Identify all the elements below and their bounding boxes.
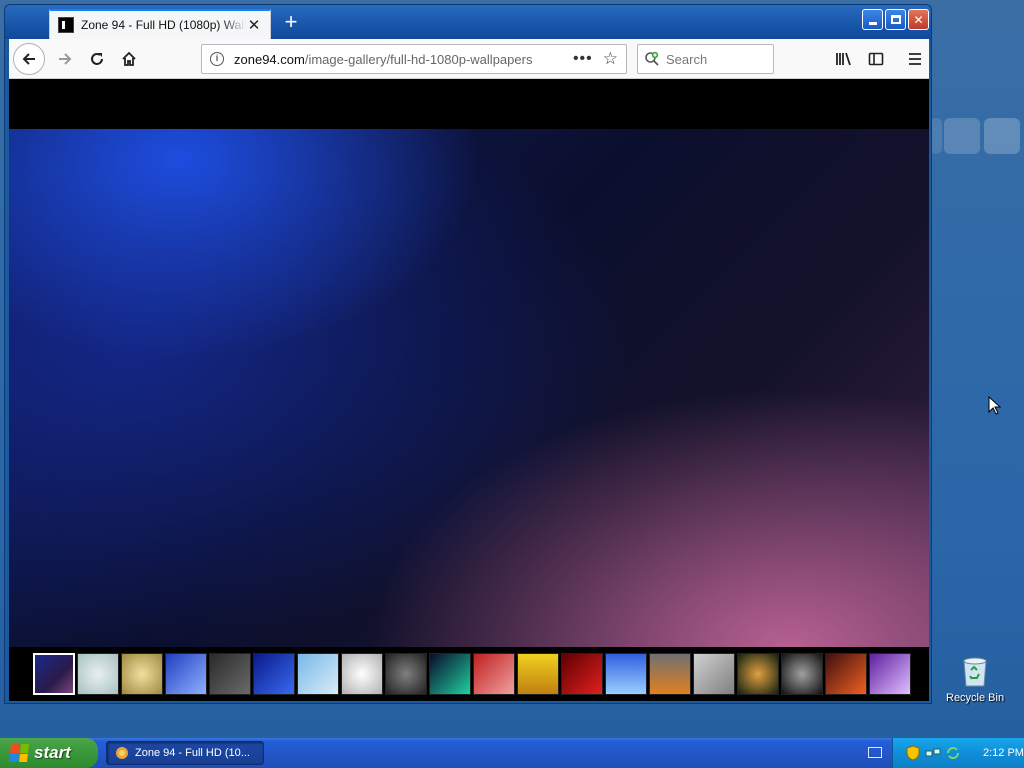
wallpaper-thumbnail[interactable] xyxy=(605,653,647,695)
recycle-bin-icon xyxy=(961,656,989,688)
sidebar-toggle-button[interactable] xyxy=(864,47,888,71)
browser-tab[interactable]: Zone 94 - Full HD (1080p) Wallpapers ✕ xyxy=(49,9,271,39)
wallpaper-thumbnail[interactable] xyxy=(297,653,339,695)
windows-logo-icon xyxy=(9,744,29,762)
tab-title: Zone 94 - Full HD (1080p) Wallpapers xyxy=(81,18,246,32)
new-tab-button[interactable]: + xyxy=(279,11,303,35)
wallpaper-thumbnail[interactable] xyxy=(385,653,427,695)
search-input[interactable]: Search xyxy=(637,44,774,74)
arrow-right-icon xyxy=(59,53,72,65)
wallpaper-thumbnail[interactable] xyxy=(165,653,207,695)
reload-button[interactable] xyxy=(83,45,111,73)
wallpaper-thumbnail[interactable] xyxy=(121,653,163,695)
minimize-button[interactable] xyxy=(862,9,883,30)
taskbar-item-browser[interactable]: Zone 94 - Full HD (10... xyxy=(106,741,264,765)
keyboard-icon[interactable] xyxy=(868,747,882,758)
minimize-icon xyxy=(868,22,877,25)
wallpaper-thumbnail[interactable] xyxy=(429,653,471,695)
wallpaper-thumbnail[interactable] xyxy=(649,653,691,695)
window-controls: ✕ xyxy=(862,9,929,30)
mouse-cursor-icon xyxy=(988,396,1002,415)
wallpaper-thumbnail[interactable] xyxy=(693,653,735,695)
hamburger-menu-icon xyxy=(909,53,921,65)
wallpaper-thumbnail[interactable] xyxy=(253,653,295,695)
browser-window: Zone 94 - Full HD (1080p) Wallpapers ✕ +… xyxy=(4,4,932,704)
desktop-decoration xyxy=(984,118,1020,154)
taskbar: start Zone 94 - Full HD (10... 2:12 PM xyxy=(0,738,1024,768)
wallpaper-thumbnail[interactable] xyxy=(517,653,559,695)
maximize-icon xyxy=(890,15,901,24)
reload-icon xyxy=(91,53,103,65)
network-icon[interactable] xyxy=(925,745,941,761)
wallpaper-thumbnail[interactable] xyxy=(737,653,779,695)
navigation-toolbar: i zone94.com /image-gallery/full-hd-1080… xyxy=(9,39,929,79)
menu-button[interactable] xyxy=(903,47,927,71)
url-host: zone94.com xyxy=(234,51,305,67)
home-button[interactable] xyxy=(115,45,143,73)
start-button[interactable]: start xyxy=(0,738,98,768)
wallpaper-thumbnail[interactable] xyxy=(77,653,119,695)
url-path: /image-gallery/full-hd-1080p-wallpapers xyxy=(304,51,533,67)
update-icon[interactable] xyxy=(945,745,961,761)
thumbnail-strip xyxy=(33,653,911,697)
arrow-left-icon xyxy=(22,53,35,65)
desktop-decoration xyxy=(944,118,980,154)
site-favicon-icon xyxy=(58,17,74,33)
page-actions-icon[interactable]: ••• xyxy=(573,50,593,68)
library-button[interactable] xyxy=(832,47,856,71)
system-tray: 2:12 PM xyxy=(892,738,1024,768)
close-window-button[interactable]: ✕ xyxy=(908,9,929,30)
library-icon xyxy=(836,52,851,66)
wallpaper-thumbnail[interactable] xyxy=(33,653,75,695)
forward-button[interactable] xyxy=(51,45,79,73)
back-button[interactable] xyxy=(13,43,45,75)
address-bar[interactable]: i zone94.com /image-gallery/full-hd-1080… xyxy=(201,44,627,74)
clock: 2:12 PM xyxy=(983,747,1024,759)
wallpaper-thumbnail[interactable] xyxy=(869,653,911,695)
recycle-bin-label: Recycle Bin xyxy=(946,692,1005,704)
info-icon[interactable]: i xyxy=(210,52,224,66)
wallpaper-preview[interactable] xyxy=(9,129,929,647)
title-bar[interactable]: Zone 94 - Full HD (1080p) Wallpapers ✕ +… xyxy=(5,5,931,39)
wallpaper-thumbnail[interactable] xyxy=(781,653,823,695)
search-icon xyxy=(644,51,660,67)
wallpaper-thumbnail[interactable] xyxy=(561,653,603,695)
browser-app-icon xyxy=(115,746,129,760)
page-content xyxy=(9,79,929,701)
home-icon xyxy=(122,51,136,66)
sidebar-icon xyxy=(868,52,884,66)
maximize-button[interactable] xyxy=(885,9,906,30)
wallpaper-thumbnail[interactable] xyxy=(209,653,251,695)
close-tab-icon[interactable]: ✕ xyxy=(246,17,262,34)
start-label: start xyxy=(34,743,71,762)
close-icon: ✕ xyxy=(913,12,924,27)
security-shield-icon[interactable] xyxy=(905,745,921,761)
bookmark-star-icon[interactable]: ☆ xyxy=(603,49,618,69)
wallpaper-thumbnail[interactable] xyxy=(473,653,515,695)
wallpaper-thumbnail[interactable] xyxy=(341,653,383,695)
recycle-bin[interactable]: Recycle Bin xyxy=(946,656,1004,704)
taskbar-item-label: Zone 94 - Full HD (10... xyxy=(135,747,250,759)
wallpaper-thumbnail[interactable] xyxy=(825,653,867,695)
search-placeholder: Search xyxy=(666,51,708,67)
